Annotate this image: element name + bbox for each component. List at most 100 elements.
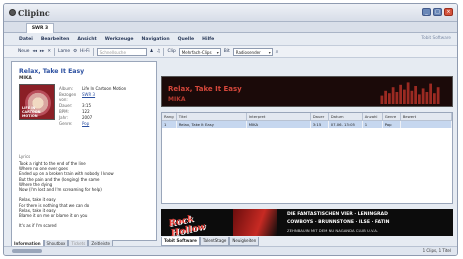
track-details: Album: Life In Cartoon Motion Bezogen von… bbox=[59, 86, 126, 126]
source-select[interactable]: Radiosender bbox=[232, 47, 273, 56]
menu-hilfe[interactable]: Hilfe bbox=[202, 37, 214, 42]
hifi-button[interactable]: Hi-Fi bbox=[80, 49, 90, 54]
lyrics-label: Lyrics bbox=[19, 154, 31, 159]
cell-bewertung bbox=[400, 120, 453, 128]
spectrum-bar bbox=[391, 87, 395, 104]
app-window: Clipinc _ □ × SWR 3 Datei Bearbeiten Ans… bbox=[3, 3, 458, 256]
search-icon[interactable]: ⌕ bbox=[276, 49, 278, 55]
window-controls: _ □ × bbox=[422, 8, 453, 16]
close-button[interactable]: × bbox=[444, 8, 453, 16]
col-interpret[interactable]: Interpret bbox=[246, 113, 311, 121]
banner-line-1: DIE FANTASTISCHEN VIER · LENINGRAD bbox=[287, 212, 388, 217]
genre-key: Genre: bbox=[59, 121, 73, 126]
delete-button[interactable]: ✕ bbox=[47, 49, 51, 54]
genre-link[interactable]: Pop bbox=[82, 121, 126, 126]
source-key: Bezogen von: bbox=[59, 92, 77, 102]
col-dauer[interactable]: Dauer bbox=[310, 113, 329, 121]
spectrum-bar bbox=[403, 89, 406, 104]
col-rang[interactable]: Rang bbox=[162, 113, 177, 121]
col-bewertung[interactable]: Bewert bbox=[400, 113, 453, 121]
table-header-row: Rang Titel Interpret Dauer Datum Anzahl … bbox=[162, 113, 453, 121]
year-key: Jahr: bbox=[59, 115, 69, 120]
clip-mode-select[interactable]: Mehrfach-Clips bbox=[178, 47, 221, 56]
col-titel[interactable]: Titel bbox=[176, 113, 247, 121]
album-value: Life In Cartoon Motion bbox=[82, 86, 127, 91]
cell-anzahl: 1 bbox=[362, 120, 383, 128]
display-artist: MIKA bbox=[168, 96, 186, 103]
music-icon[interactable]: ♫ bbox=[157, 49, 161, 54]
clip-table: Rang Titel Interpret Dauer Datum Anzahl … bbox=[161, 112, 453, 204]
cell-genre: Pop bbox=[382, 120, 401, 128]
person-icon[interactable]: ♟ bbox=[150, 49, 154, 54]
horizontal-scrollbar[interactable] bbox=[12, 249, 42, 253]
now-playing-display: Relax, Take It Easy MIKA bbox=[161, 76, 453, 107]
table-row[interactable]: 1 Relax, Take It Easy MIKA 3:15 07.06. 1… bbox=[162, 120, 453, 128]
spectrum-bar bbox=[388, 93, 391, 104]
spectrum-bar bbox=[406, 82, 410, 104]
source-link[interactable]: SWR 3 bbox=[82, 92, 126, 102]
cell-datum: 07.06. 13:05 bbox=[328, 120, 363, 128]
menu-bearbeiten[interactable]: Bearbeiten bbox=[41, 37, 70, 42]
title-bar: Clipinc _ □ × bbox=[4, 4, 457, 22]
app-title: Clipinc bbox=[18, 7, 50, 18]
menu-werkzeuge[interactable]: Werkzeuge bbox=[105, 37, 134, 42]
maximize-button[interactable]: □ bbox=[433, 8, 442, 16]
menu-ansicht[interactable]: Ansicht bbox=[77, 37, 96, 42]
tab-talentstage[interactable]: TalentStage bbox=[199, 237, 230, 246]
display-title: Relax, Take It Easy bbox=[168, 85, 242, 93]
spectrum-bar bbox=[410, 90, 414, 104]
tab-source[interactable]: SWR 3 bbox=[26, 23, 54, 33]
bpm-value: 122 bbox=[82, 109, 90, 114]
menu-navigation[interactable]: Navigation bbox=[142, 37, 170, 42]
album-key: Album: bbox=[59, 86, 74, 91]
settings-icon[interactable]: ⚙ bbox=[73, 49, 77, 54]
cell-rang: 1 bbox=[162, 120, 177, 128]
duration-key: Dauer: bbox=[59, 103, 73, 108]
right-tab-bar: Tobit Software TalentStage Neuigkeiten bbox=[161, 237, 260, 246]
col-genre[interactable]: Genre bbox=[382, 113, 401, 121]
banner-line-2: COWBOYS · BRUNNSTONE · ILSE · FATIN bbox=[287, 220, 390, 225]
spectrum-bar bbox=[433, 93, 436, 104]
col-datum[interactable]: Datum bbox=[328, 113, 363, 121]
cell-dauer: 3:15 bbox=[310, 120, 329, 128]
toolbar: Neue ◂◂ ▸▸ ✕ Lame ⚙ Hi-Fi Schnellsuche ♟… bbox=[4, 45, 457, 58]
new-button[interactable]: Neue bbox=[18, 49, 29, 54]
minimize-button[interactable]: _ bbox=[422, 8, 431, 16]
spectrum-bar bbox=[418, 94, 421, 104]
search-input[interactable]: Schnellsuche bbox=[96, 47, 147, 56]
rewind-button[interactable]: ◂◂ bbox=[32, 49, 36, 54]
spectrum-bar bbox=[429, 83, 432, 104]
song-artist: MIKA bbox=[19, 76, 32, 81]
app-logo: Clipinc bbox=[9, 7, 50, 18]
track-info-panel: Relax, Take It Easy MIKA LIFE IN CARTOON… bbox=[11, 61, 157, 241]
source-tab-row: SWR 3 bbox=[4, 22, 457, 33]
col-anzahl[interactable]: Anzahl bbox=[362, 113, 383, 121]
menu-quelle[interactable]: Quelle bbox=[178, 37, 195, 42]
cover-text: LIFE IN CARTOON MOTION bbox=[22, 106, 41, 118]
spectrum-visualizer bbox=[380, 82, 440, 104]
lame-button[interactable]: Lame bbox=[58, 49, 70, 54]
year-value: 2007 bbox=[82, 115, 93, 120]
status-bar: 1 Clips, 1 Titel bbox=[4, 246, 457, 255]
spectrum-bar bbox=[414, 86, 417, 104]
menu-datei[interactable]: Datei bbox=[19, 37, 33, 42]
duration-value: 3:15 bbox=[82, 103, 91, 108]
bpm-key: BPM: bbox=[59, 109, 69, 114]
logo-icon bbox=[9, 9, 16, 16]
spectrum-bar bbox=[421, 88, 425, 104]
forward-button[interactable]: ▸▸ bbox=[40, 49, 44, 54]
tab-neuigkeiten[interactable]: Neuigkeiten bbox=[229, 237, 260, 246]
spectrum-bar bbox=[384, 90, 387, 104]
clip-label: Clip bbox=[167, 49, 176, 54]
menu-bar: Datei Bearbeiten Ansicht Werkzeuge Navig… bbox=[4, 34, 457, 44]
album-cover: LIFE IN CARTOON MOTION bbox=[19, 84, 55, 120]
banner-graphic bbox=[233, 209, 277, 236]
spectrum-bar bbox=[380, 95, 384, 104]
cell-titel: Relax, Take It Easy bbox=[176, 120, 247, 128]
lyrics-text: Took a right to the end of the line Wher… bbox=[19, 161, 114, 229]
bit-label: Bit bbox=[223, 49, 230, 54]
ad-banner[interactable]: Rock Hollow DIE FANTASTISCHEN VIER · LEN… bbox=[161, 209, 453, 236]
tab-tobit-software[interactable]: Tobit Software bbox=[161, 237, 200, 246]
spectrum-bar bbox=[436, 87, 440, 104]
toolbar-separator bbox=[54, 47, 56, 56]
